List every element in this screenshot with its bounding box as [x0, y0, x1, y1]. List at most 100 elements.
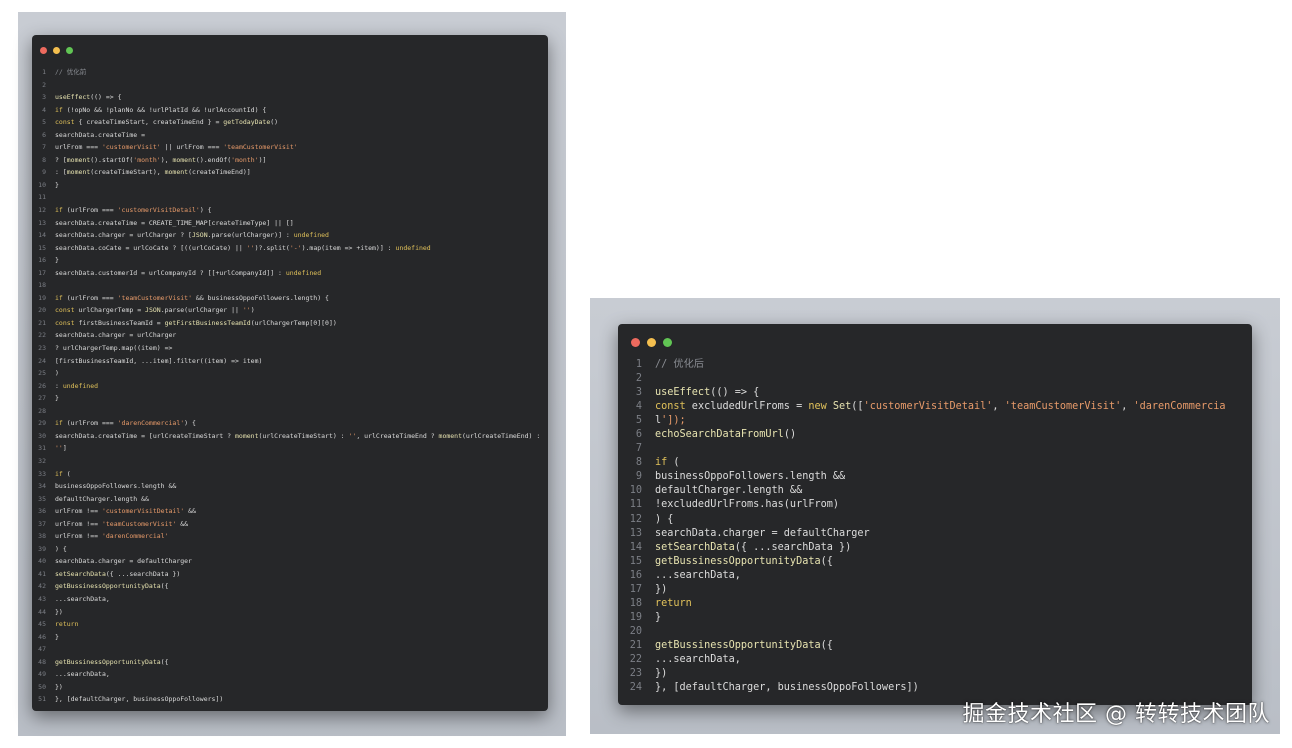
code-line: 32: [32, 455, 548, 468]
line-number: 21: [38, 318, 46, 327]
line-text: const urlChargerTemp = JSON.parse(urlCha…: [55, 306, 255, 315]
line-text: urlFrom !== 'darenCommercial': [55, 532, 169, 541]
line-number: 28: [38, 406, 46, 415]
line-number: 49: [38, 670, 46, 679]
code-line: 1 // 优化后: [618, 358, 1252, 372]
code-line: 24}, [defaultCharger, businessOppoFollow…: [618, 681, 1252, 695]
code-line: 18 return: [618, 597, 1252, 611]
line-text: getBussinessOpportunityData({: [655, 639, 833, 651]
code-line: 36 urlFrom !== 'customerVisitDetail' &&: [32, 505, 548, 518]
zoom-dot-icon[interactable]: [663, 338, 672, 347]
code-line: 16 ...searchData,: [618, 569, 1252, 583]
code-line: 39) {: [32, 543, 548, 556]
code-line: 48 getBussinessOpportunityData({: [32, 656, 548, 669]
code-line: 26: undefined: [32, 380, 548, 393]
line-text: '']: [55, 444, 67, 453]
code-line: 1 // 优化前: [32, 66, 548, 79]
line-number: 20: [38, 306, 46, 315]
code-line: 11: [32, 191, 548, 204]
line-text: [655, 625, 1252, 639]
code-line: 12 if (urlFrom === 'customerVisitDetail')…: [32, 204, 548, 217]
code-line: 21 getBussinessOpportunityData({: [618, 639, 1252, 653]
line-text: getBussinessOpportunityData({: [655, 555, 833, 567]
code-window-after: 1// 优化后 2 3 useEffect(() => {4 const exclude…: [618, 324, 1252, 705]
code-line: 42 getBussinessOpportunityData({: [32, 580, 548, 593]
line-number: 27: [38, 394, 46, 403]
line-text: const firstBusinessTeamId = getFirstBusi…: [55, 318, 337, 327]
code-line: 33 if (: [32, 468, 548, 481]
line-text: return: [55, 620, 79, 629]
code-line: 6 searchData.createTime =: [32, 129, 548, 142]
code-line: 46}: [32, 631, 548, 644]
code-line: 41 setSearchData({ ...searchData }): [32, 568, 548, 581]
line-text: [655, 442, 1252, 456]
code-line: 10 defaultCharger.length &&: [618, 484, 1252, 498]
line-text: useEffect(() => {: [655, 387, 760, 399]
line-text: searchData.coCate = urlCoCate ? [((urlCo…: [55, 243, 431, 252]
line-number: 14: [629, 541, 642, 553]
zoom-dot-icon[interactable]: [66, 47, 73, 54]
code-window-before: 1// 优化前 2 3 useEffect(() => {4 if (!opNo && …: [32, 35, 548, 711]
line-text: ): [55, 369, 59, 378]
line-text: [firstBusinessTeamId, ...item].filter((i…: [55, 356, 263, 365]
line-number: 2: [635, 373, 642, 385]
line-number: 18: [38, 281, 46, 290]
line-text: searchData.charger = defaultCharger: [55, 557, 192, 566]
line-text: if (: [55, 469, 71, 478]
code-line: 29 if (urlFrom === 'darenCommercial') {: [32, 417, 548, 430]
code-line: 2: [618, 372, 1252, 386]
line-text: ...searchData,: [655, 653, 741, 665]
code-line: 22 ...searchData,: [618, 653, 1252, 667]
line-number: 17: [38, 268, 46, 277]
code-line: 17}): [618, 583, 1252, 597]
code-line: 51}, [defaultCharger, businessOppoFollow…: [32, 693, 548, 706]
line-number: 3: [635, 387, 642, 399]
line-number: 4: [635, 401, 642, 413]
line-text: businessOppoFollowers.length &&: [655, 471, 846, 483]
line-text: searchData.charger = urlCharger: [55, 331, 177, 340]
line-number: 24: [38, 356, 46, 365]
line-number: 23: [38, 344, 46, 353]
line-number: 15: [629, 555, 642, 567]
code-line: 4 const excludedUrlFroms = new Set(['cust…: [618, 400, 1252, 414]
line-text: ? urlChargerTemp.map((item) =>: [55, 344, 173, 353]
code-line: 13 searchData.charger = defaultCharger: [618, 527, 1252, 541]
line-number: 24: [629, 682, 642, 694]
line-number: 15: [38, 243, 46, 252]
code-line: 45 return: [32, 618, 548, 631]
line-number: 1: [635, 359, 642, 370]
line-number: 9: [42, 168, 46, 177]
code-line: 34 businessOppoFollowers.length &&: [32, 480, 548, 493]
line-text: [55, 643, 548, 656]
code-line: 38 urlFrom !== 'darenCommercial': [32, 530, 548, 543]
line-text: setSearchData({ ...searchData }): [655, 541, 852, 553]
code-line: 25): [32, 367, 548, 380]
code-line: 31 '']: [32, 442, 548, 455]
line-text: : [moment(createTimeStart), moment(creat…: [55, 168, 251, 177]
line-text: if (urlFrom === 'teamCustomerVisit' && b…: [55, 293, 329, 302]
line-text: [655, 372, 1252, 386]
line-text: if (urlFrom === 'darenCommercial') {: [55, 419, 196, 428]
line-number: 33: [38, 469, 46, 478]
code-line: 10}: [32, 179, 548, 192]
line-number: 11: [629, 499, 642, 511]
line-text: searchData.createTime = [urlCreateTimeSt…: [55, 431, 541, 440]
line-text: if (urlFrom === 'customerVisitDetail') {: [55, 206, 212, 215]
code-line: 23 ? urlChargerTemp.map((item) =>: [32, 342, 548, 355]
line-number: 6: [42, 130, 46, 139]
line-number: 16: [629, 569, 642, 581]
code-line: 49 ...searchData,: [32, 668, 548, 681]
minimize-dot-icon[interactable]: [647, 338, 656, 347]
close-dot-icon[interactable]: [631, 338, 640, 347]
line-number: 7: [635, 443, 642, 455]
line-text: [55, 455, 548, 468]
line-text: // 优化前: [55, 68, 87, 76]
minimize-dot-icon[interactable]: [53, 47, 60, 54]
line-number: 42: [38, 582, 46, 591]
close-dot-icon[interactable]: [40, 47, 47, 54]
code-listing: 1// 优化前 2 3 useEffect(() => {4 if (!opNo && …: [32, 66, 548, 706]
line-number: 23: [629, 668, 642, 680]
line-text: [55, 279, 548, 292]
code-line: 4 if (!opNo && !planNo && !urlPlatId && !…: [32, 104, 548, 117]
code-line: 9 businessOppoFollowers.length &&: [618, 470, 1252, 484]
